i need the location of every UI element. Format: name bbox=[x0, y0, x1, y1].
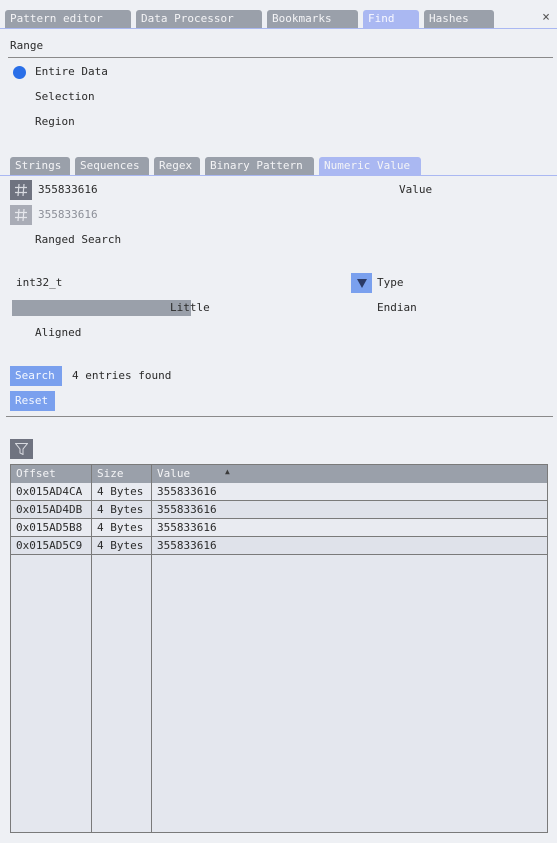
tab-bookmarks[interactable]: Bookmarks bbox=[267, 10, 358, 28]
sort-ascending-icon: ▲ bbox=[225, 467, 230, 476]
cell-offset: 0x015AD5B8 bbox=[16, 521, 83, 534]
tab-bar-underline bbox=[0, 28, 557, 29]
range-separator bbox=[8, 57, 553, 58]
column-divider[interactable] bbox=[151, 465, 152, 832]
results-table: Offset Size Value ▲ 0x015AD4CA 4 Bytes 3… bbox=[10, 464, 548, 833]
endian-label: Endian bbox=[377, 301, 417, 314]
column-divider[interactable] bbox=[91, 465, 92, 832]
cell-offset: 0x015AD5C9 bbox=[16, 539, 83, 552]
tab-hashes[interactable]: Hashes bbox=[424, 10, 494, 28]
tab-regex[interactable]: Regex bbox=[154, 157, 200, 175]
mode-tab-underline bbox=[0, 175, 557, 176]
value-label: Value bbox=[399, 183, 433, 196]
cell-offset: 0x015AD4DB bbox=[16, 503, 83, 516]
cell-value: 355833616 bbox=[157, 521, 217, 534]
cell-size: 4 Bytes bbox=[97, 503, 144, 516]
tab-pattern-editor[interactable]: Pattern editor bbox=[5, 10, 131, 28]
max-value-input: 355833616 bbox=[38, 208, 98, 221]
cell-offset: 0x015AD4CA bbox=[16, 485, 83, 498]
radio-selection-label[interactable]: Selection bbox=[35, 90, 95, 103]
value-input[interactable]: 355833616 bbox=[38, 183, 98, 196]
radio-entire-data-label[interactable]: Entire Data bbox=[35, 65, 108, 78]
column-header-offset[interactable]: Offset bbox=[11, 465, 92, 483]
column-header-value[interactable]: Value bbox=[152, 465, 547, 483]
column-header-size[interactable]: Size bbox=[92, 465, 152, 483]
hash-icon bbox=[10, 205, 32, 225]
cell-size: 4 Bytes bbox=[97, 485, 144, 498]
tab-strings[interactable]: Strings bbox=[10, 157, 70, 175]
radio-region-label[interactable]: Region bbox=[35, 115, 75, 128]
search-button[interactable]: Search bbox=[10, 366, 62, 386]
type-label: Type bbox=[377, 276, 404, 289]
chevron-down-icon[interactable] bbox=[351, 273, 372, 293]
cell-size: 4 Bytes bbox=[97, 521, 144, 534]
cell-value: 355833616 bbox=[157, 539, 217, 552]
tab-numeric-value[interactable]: Numeric Value bbox=[319, 157, 421, 175]
endian-slider[interactable] bbox=[12, 300, 191, 316]
top-tab-bar: Pattern editor Data Processor Bookmarks … bbox=[0, 0, 557, 28]
ranged-search-label[interactable]: Ranged Search bbox=[35, 233, 121, 246]
radio-entire-data[interactable] bbox=[13, 66, 26, 79]
reset-button[interactable]: Reset bbox=[10, 391, 55, 411]
results-separator bbox=[6, 416, 553, 417]
filter-icon[interactable] bbox=[10, 439, 33, 459]
aligned-label[interactable]: Aligned bbox=[35, 326, 81, 339]
range-heading: Range bbox=[10, 39, 44, 52]
close-icon[interactable]: × bbox=[540, 10, 552, 26]
tab-data-processor[interactable]: Data Processor bbox=[136, 10, 262, 28]
tab-sequences[interactable]: Sequences bbox=[75, 157, 149, 175]
tab-find[interactable]: Find bbox=[363, 10, 419, 28]
hash-icon[interactable] bbox=[10, 180, 32, 200]
type-select-value[interactable]: int32_t bbox=[16, 276, 62, 289]
endian-slider-value: Little bbox=[170, 301, 210, 314]
result-status: 4 entries found bbox=[72, 369, 172, 382]
cell-size: 4 Bytes bbox=[97, 539, 144, 552]
tab-binary-pattern[interactable]: Binary Pattern bbox=[205, 157, 314, 175]
cell-value: 355833616 bbox=[157, 503, 217, 516]
cell-value: 355833616 bbox=[157, 485, 217, 498]
